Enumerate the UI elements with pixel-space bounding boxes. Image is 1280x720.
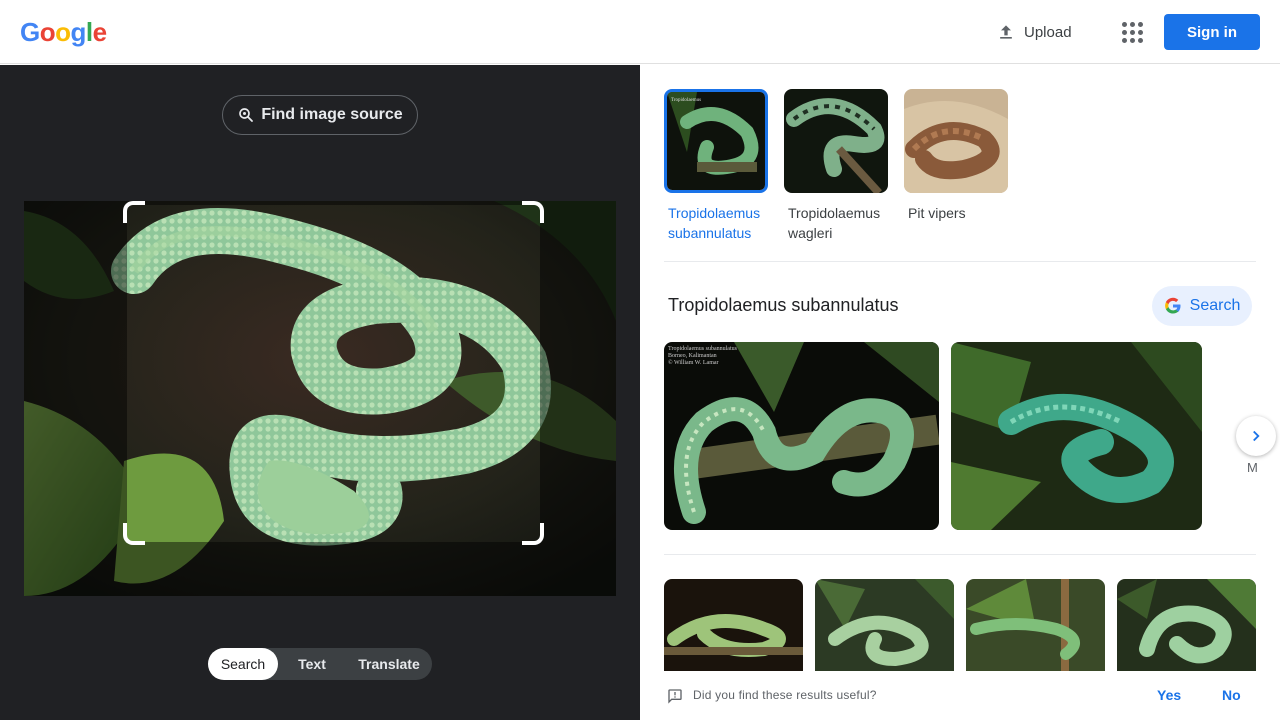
result-caption-line: Tropidolaemus subannulatus [668,346,738,352]
google-search-label: Search [1189,297,1241,314]
feedback-yes-button[interactable]: Yes [1157,687,1181,703]
feedback-question: Did you find these results useful? [693,688,877,702]
visual-match-thumbnail[interactable] [664,579,803,671]
divider [664,554,1256,555]
result-caption-line: Borneo, Kalimantan [668,353,717,359]
visual-match-thumbnail[interactable] [1117,579,1256,671]
mode-tabs: Search Text Translate [208,648,432,680]
chip-label: Tropidolaemus subannulatus [668,205,761,241]
sign-in-button[interactable]: Sign in [1164,14,1260,50]
chevron-right-icon[interactable] [1236,416,1276,456]
svg-text:Tropidolaemus: Tropidolaemus [671,98,701,103]
chip-tropidolaemus-wagleri[interactable]: Tropidolaemus wagleri [784,89,888,243]
logo-letter: G [20,17,40,47]
apps-grid-icon[interactable] [1116,16,1148,48]
chip-label: Tropidolaemus wagleri [788,205,881,241]
lens-search-icon [239,108,254,122]
google-search-button[interactable]: Search [1152,286,1252,326]
feedback-no-button[interactable]: No [1222,687,1241,703]
query-image[interactable] [24,201,616,596]
visual-match-thumbnail[interactable] [966,579,1105,671]
tab-translate[interactable]: Translate [346,648,432,680]
more-results-label: M [1247,460,1258,475]
query-image-panel: Find image source Search Text Translate [0,65,640,720]
section-title: Tropidolaemus subannulatus [668,295,899,315]
chip-tropidolaemus-subannulatus[interactable]: Tropidolaemus Tropidolaemus subannulatus [664,89,768,243]
feedback-bar: Did you find these results useful? Yes N… [640,672,1280,720]
logo-letter: o [39,17,56,47]
find-image-source-button[interactable]: Find image source [222,95,418,135]
find-image-source-label: Find image source [261,106,403,123]
result-image[interactable] [951,342,1202,530]
logo-letter: l [85,17,93,47]
chip-thumbnail: Tropidolaemus [664,89,768,193]
chip-label: Pit vipers [908,205,966,221]
results-panel: Tropidolaemus Tropidolaemus subannulatus… [640,65,1280,720]
visual-match-thumbnail[interactable] [815,579,954,671]
upload-icon [1000,25,1012,39]
related-entity-chips: Tropidolaemus Tropidolaemus subannulatus… [664,89,1008,243]
visual-matches-row [664,579,1256,671]
chip-pit-vipers[interactable]: Pit vipers [904,89,1008,243]
logo-letter: g [70,17,87,47]
logo-letter: o [55,17,71,47]
feedback-icon [668,689,682,704]
google-g-icon [1164,297,1181,314]
upload-label: Upload [1024,23,1072,41]
upload-button[interactable]: Upload [986,16,1082,48]
chip-thumbnail [904,89,1008,193]
result-caption-line: © William W. Lamar [668,359,719,366]
result-image[interactable]: Tropidolaemus subannulatus Borneo, Kalim… [664,342,939,530]
chip-thumbnail [784,89,888,193]
logo-letter: e [92,17,107,47]
tab-search[interactable]: Search [208,648,278,680]
top-bar: Google Upload Sign in [0,0,1280,64]
divider [664,261,1256,262]
google-logo[interactable]: Google [20,18,107,46]
tab-text[interactable]: Text [278,648,346,680]
